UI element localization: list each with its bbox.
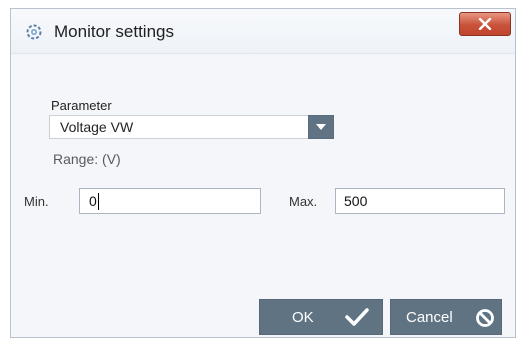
checkmark-icon xyxy=(345,308,369,326)
dialog-title: Monitor settings xyxy=(54,22,174,41)
min-label: Min. xyxy=(24,194,49,209)
max-label: Max. xyxy=(289,194,318,209)
parameter-label: Parameter xyxy=(51,98,112,113)
max-input[interactable] xyxy=(335,188,505,214)
close-icon xyxy=(478,18,492,30)
range-label: Range: (V) xyxy=(53,151,121,167)
dialog-content: Parameter Voltage VW Range: (V) Min. Max… xyxy=(11,54,515,337)
ok-button[interactable]: OK xyxy=(259,299,383,335)
title-bar: Monitor settings xyxy=(11,9,515,54)
cancel-button[interactable]: Cancel xyxy=(390,299,502,335)
chevron-down-icon xyxy=(316,124,326,130)
gear-icon xyxy=(25,23,43,41)
dropdown-button[interactable] xyxy=(308,115,334,139)
prohibited-icon xyxy=(476,309,494,327)
parameter-select[interactable]: Voltage VW xyxy=(49,115,334,139)
cancel-button-label: Cancel xyxy=(406,309,453,326)
close-button[interactable] xyxy=(459,12,511,36)
parameter-select-value: Voltage VW xyxy=(60,119,134,135)
monitor-settings-dialog: Monitor settings Parameter Voltage VW Ra… xyxy=(10,8,516,338)
min-input[interactable] xyxy=(79,188,261,214)
text-cursor xyxy=(98,193,99,210)
ok-button-label: OK xyxy=(292,309,314,326)
